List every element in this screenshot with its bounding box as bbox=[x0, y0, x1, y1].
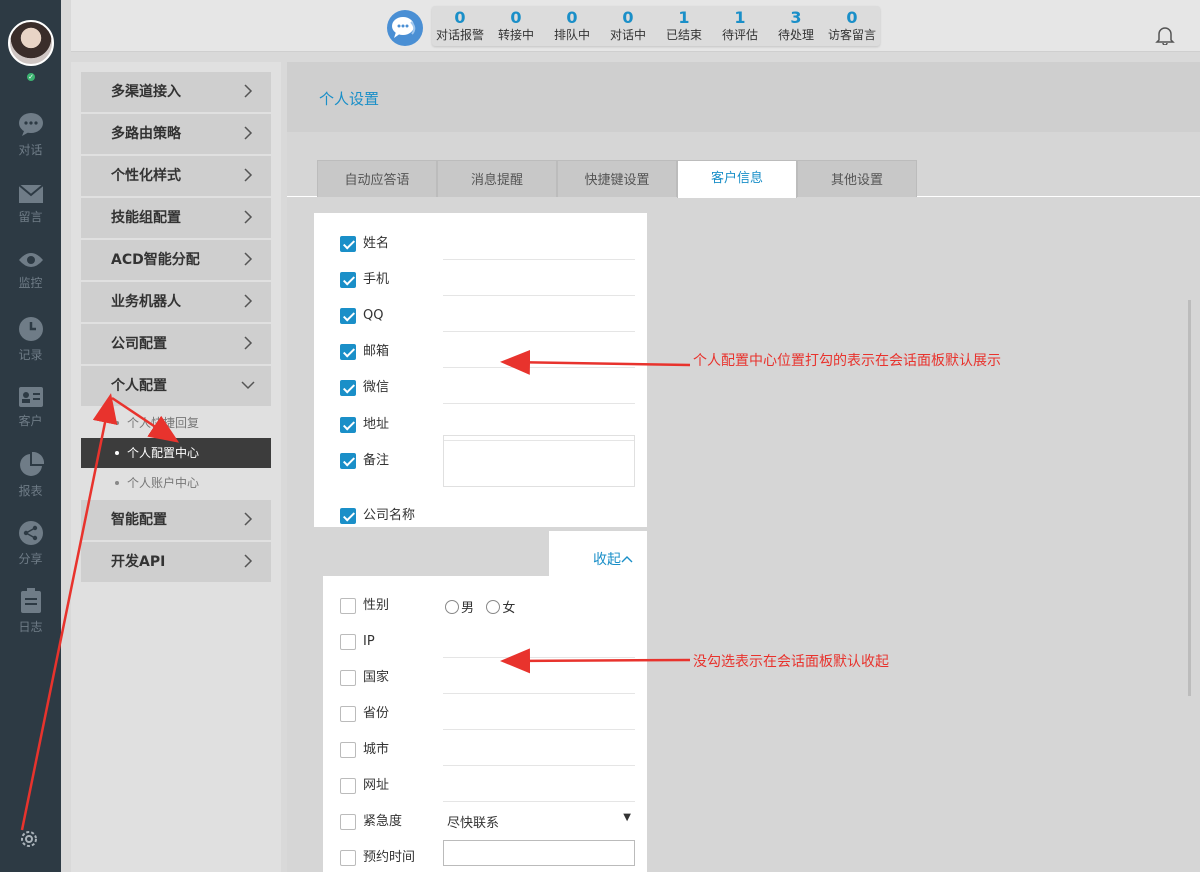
arrow-gear-to-menu bbox=[20, 393, 118, 831]
annotation-arrows bbox=[20, 349, 691, 831]
arrow-unchecked bbox=[500, 648, 691, 674]
arrow-checked bbox=[500, 349, 691, 375]
arrow-menu-to-submenu bbox=[111, 396, 180, 443]
